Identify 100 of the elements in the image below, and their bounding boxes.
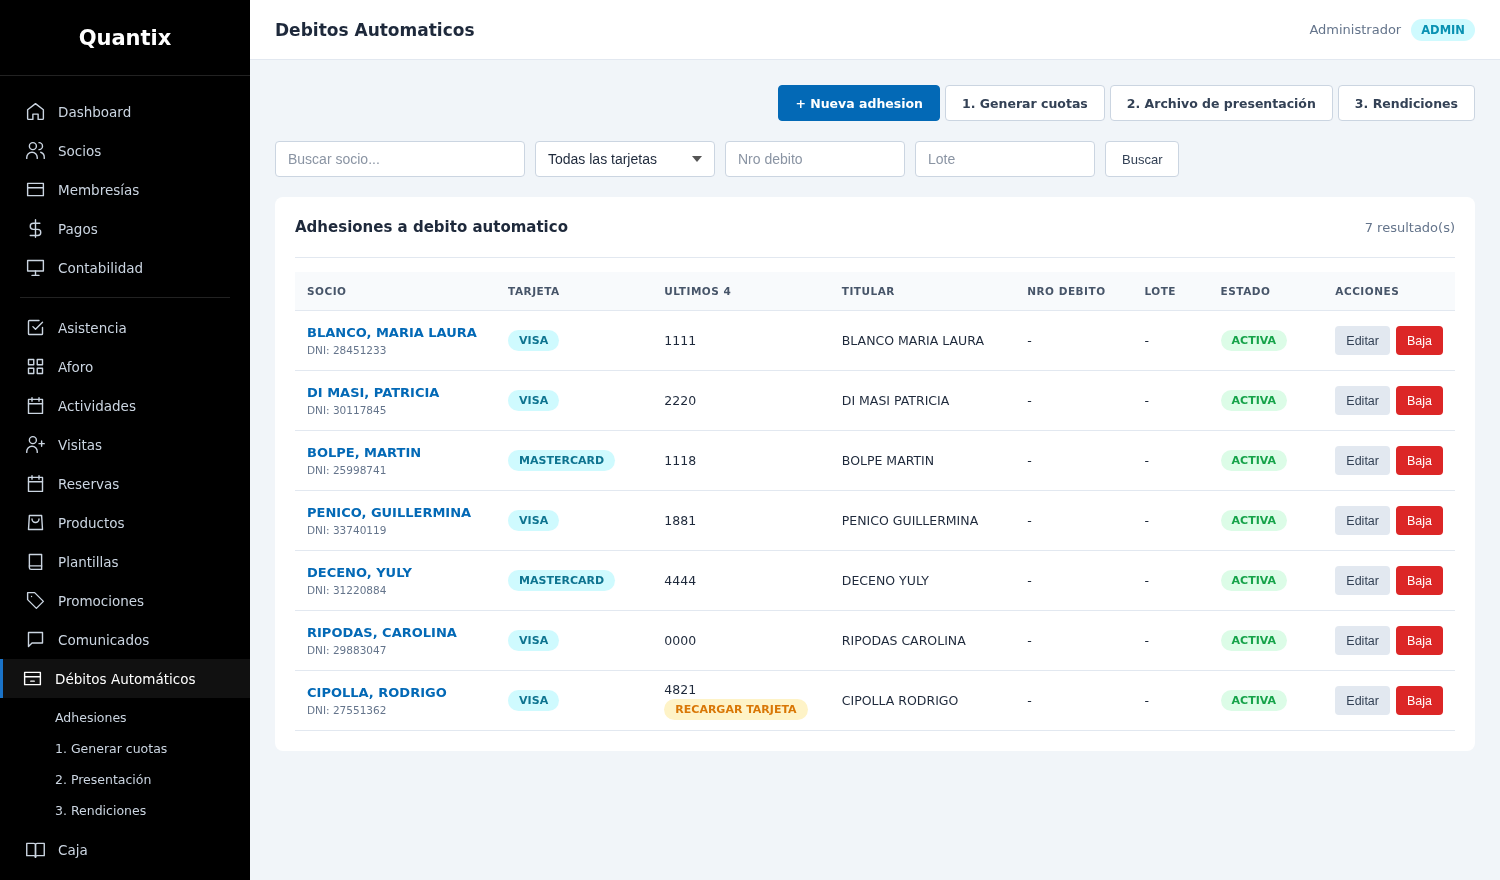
- card-brand-badge: VISA: [508, 390, 560, 411]
- table-cell: -: [1144, 633, 1149, 648]
- menu-icon: [25, 395, 46, 416]
- member-id: DNI: 33740119: [307, 524, 388, 536]
- card-brand-badge: VISA: [508, 510, 560, 531]
- menu-icon: [25, 101, 46, 122]
- delete-button[interactable]: Baja: [1395, 506, 1443, 535]
- table-cell-text: 4821: [664, 681, 698, 697]
- column-header: ESTADO: [1220, 285, 1271, 297]
- sidebar-item[interactable]: Promociones: [0, 581, 250, 620]
- delete-button[interactable]: Baja: [1395, 686, 1443, 715]
- edit-button[interactable]: Editar: [1335, 626, 1390, 655]
- sidebar-item[interactable]: Aforo: [0, 347, 250, 386]
- member-name-link[interactable]: PENICO, GUILLERMINA: [307, 505, 485, 520]
- member-id: DNI: 29883047: [307, 644, 388, 656]
- sidebar-item[interactable]: Comunicados: [0, 620, 250, 659]
- table-cell: -: [1027, 333, 1032, 348]
- card-brand-badge: MASTERCARD: [508, 450, 616, 471]
- column-header: LOTE: [1144, 285, 1176, 297]
- table-cell-text: 1118: [664, 453, 698, 468]
- table-cell-text: 0000: [664, 633, 698, 648]
- column-header: ULTIMOS 4: [664, 285, 732, 297]
- table-cell: -: [1144, 573, 1149, 588]
- search-button[interactable]: Buscar: [1105, 141, 1180, 177]
- table-cell: -: [1027, 633, 1032, 648]
- card-dropdown[interactable]: Todas las tarjetas: [535, 141, 715, 177]
- submenu-item[interactable]: Adhesiones: [0, 702, 250, 733]
- caret-icon: [692, 156, 702, 162]
- menu-icon: [25, 473, 46, 494]
- sidebar-item[interactable]: Visitas: [0, 425, 250, 464]
- card-brand-badge: VISA: [508, 330, 560, 351]
- member-name-link[interactable]: DECENO, YULY: [307, 565, 485, 580]
- member-id: DNI: 28451233: [307, 344, 388, 356]
- card-brand-badge: VISA: [508, 690, 560, 711]
- edit-button[interactable]: Editar: [1335, 446, 1390, 475]
- sidebar-item[interactable]: Pagos: [0, 209, 250, 248]
- sidebar-item[interactable]: Productos: [0, 503, 250, 542]
- delete-button[interactable]: Baja: [1395, 446, 1443, 475]
- sidebar-item[interactable]: Plantillas: [0, 542, 250, 581]
- edit-button[interactable]: Editar: [1335, 566, 1390, 595]
- sidebar-item[interactable]: Asistencia: [0, 308, 250, 347]
- delete-button[interactable]: Baja: [1395, 326, 1443, 355]
- sidebar-item[interactable]: Actividades: [0, 386, 250, 425]
- table-cell: -: [1144, 453, 1149, 468]
- submenu-item[interactable]: 1. Generar cuotas: [0, 733, 250, 764]
- batch-field[interactable]: Lote: [915, 141, 1095, 177]
- member-name-link[interactable]: BOLPE, MARTIN: [307, 445, 485, 460]
- table-cell-text: 4444: [664, 573, 698, 588]
- edit-button[interactable]: Editar: [1335, 686, 1390, 715]
- menu-icon: [25, 629, 46, 650]
- action-button[interactable]: 1. Generar cuotas: [945, 85, 1105, 121]
- edit-button[interactable]: Editar: [1335, 386, 1390, 415]
- member-id: DNI: 31220884: [307, 584, 388, 596]
- member-name-link[interactable]: CIPOLLA, RODRIGO: [307, 685, 485, 700]
- action-button[interactable]: 3. Rendiciones: [1337, 85, 1475, 121]
- user-name: Administrador: [1309, 22, 1402, 37]
- edit-button[interactable]: Editar: [1335, 506, 1390, 535]
- menu-icon: [25, 356, 46, 377]
- table-cell: -: [1144, 333, 1149, 348]
- action-button[interactable]: + Nueva adhesion: [778, 85, 940, 121]
- action-button[interactable]: 2. Archivo de presentación: [1109, 85, 1333, 121]
- card-title: Adhesiones a debito automatico: [295, 218, 568, 236]
- sidebar-item[interactable]: Reservas: [0, 464, 250, 503]
- debit-number-field[interactable]: Nro debito: [725, 141, 905, 177]
- edit-button[interactable]: Editar: [1335, 326, 1390, 355]
- status-badge: ACTIVA: [1220, 690, 1288, 711]
- delete-button[interactable]: Baja: [1395, 386, 1443, 415]
- page-title: Debitos Automaticos: [275, 19, 475, 40]
- column-header: NRO DEBITO: [1027, 285, 1106, 297]
- sidebar-item[interactable]: Dashboard: [0, 92, 250, 131]
- delete-button[interactable]: Baja: [1395, 566, 1443, 595]
- card-brand-badge: MASTERCARD: [508, 570, 616, 591]
- sidebar-item[interactable]: Socios: [0, 131, 250, 170]
- member-id: DNI: 30117845: [307, 404, 388, 416]
- member-id: DNI: 25998741: [307, 464, 388, 476]
- menu-icon: [25, 317, 46, 338]
- member-name-link[interactable]: BLANCO, MARIA LAURA: [307, 325, 485, 340]
- column-header: SOCIO: [307, 285, 347, 297]
- table-cell: -: [1027, 453, 1032, 468]
- menu-icon: [25, 434, 46, 455]
- status-badge: ACTIVA: [1220, 330, 1288, 351]
- table-cell: CIPOLLA RODRIGO: [841, 693, 959, 708]
- search-field[interactable]: Buscar socio...: [275, 141, 525, 177]
- sidebar-item[interactable]: Membresías: [0, 170, 250, 209]
- sidebar-item[interactable]: Contabilidad: [0, 248, 250, 287]
- submenu-item[interactable]: 3. Rendiciones: [0, 795, 250, 826]
- sidebar-item[interactable]: Caja: [0, 830, 250, 869]
- member-name-link[interactable]: RIPODAS, CAROLINA: [307, 625, 485, 640]
- submenu-item[interactable]: 2. Presentación: [0, 764, 250, 795]
- table-cell: -: [1144, 693, 1149, 708]
- status-badge: ACTIVA: [1220, 510, 1288, 531]
- status-badge: ACTIVA: [1220, 390, 1288, 411]
- table-cell-text: 2220: [664, 393, 698, 408]
- column-header: TITULAR: [841, 285, 895, 297]
- member-id: DNI: 27551362: [307, 704, 388, 716]
- member-name-link[interactable]: DI MASI, PATRICIA: [307, 385, 485, 400]
- sidebar-item[interactable]: Débitos Automáticos: [0, 659, 250, 698]
- table-cell: -: [1027, 393, 1032, 408]
- table-cell: PENICO GUILLERMINA: [841, 513, 979, 528]
- delete-button[interactable]: Baja: [1395, 626, 1443, 655]
